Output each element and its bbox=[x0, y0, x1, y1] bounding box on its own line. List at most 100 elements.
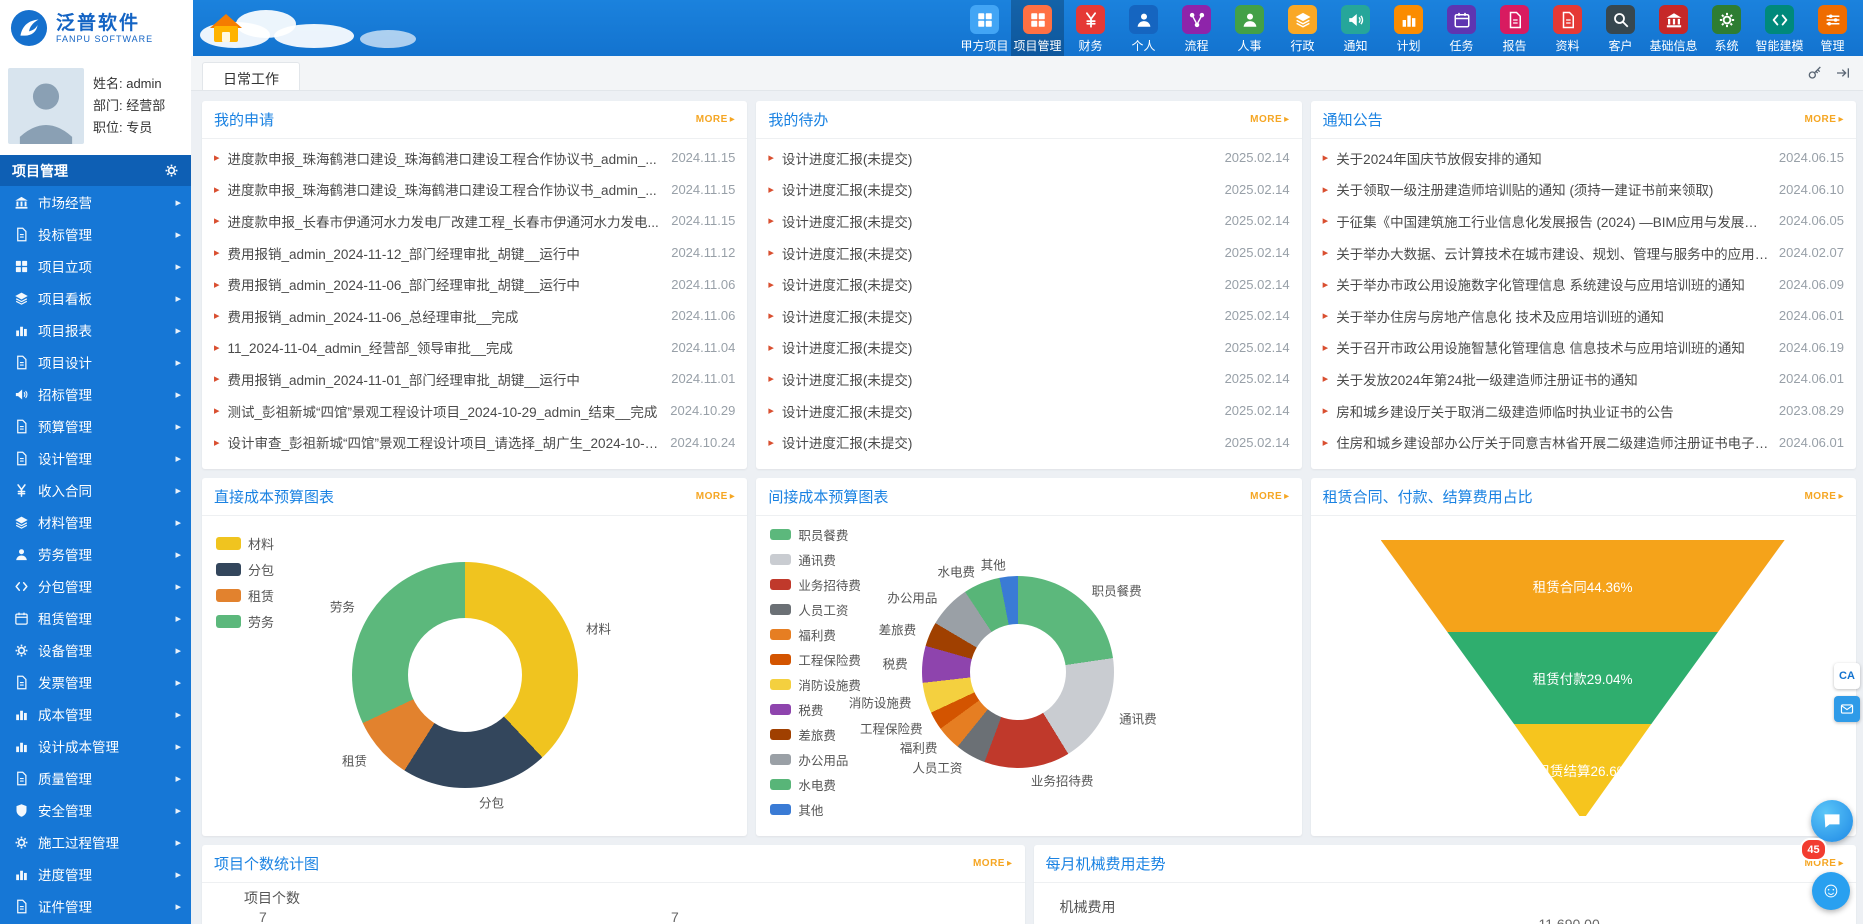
sidebar-item[interactable]: 项目设计 ▸ bbox=[0, 346, 191, 378]
key-icon[interactable] bbox=[1807, 65, 1823, 81]
todo-item[interactable]: ▸ 设计进度汇报(未提交) 2025.02.14 bbox=[768, 142, 1289, 174]
legend-item[interactable]: 差旅费 bbox=[770, 722, 861, 747]
more-link[interactable]: MORE▸ bbox=[1804, 491, 1844, 502]
sidebar-item[interactable]: 预算管理 ▸ bbox=[0, 410, 191, 442]
sidebar-item[interactable]: 项目立项 ▸ bbox=[0, 250, 191, 282]
sidebar-item[interactable]: 成本管理 ▸ bbox=[0, 698, 191, 730]
sidebar-item[interactable]: 分包管理 ▸ bbox=[0, 570, 191, 602]
topnav-item[interactable]: 项目管理 bbox=[1011, 0, 1064, 56]
legend-item[interactable]: 水电费 bbox=[770, 772, 861, 797]
legend-item[interactable]: 福利费 bbox=[770, 622, 861, 647]
topnav-item[interactable]: 客户 bbox=[1594, 0, 1647, 56]
application-item[interactable]: ▸ 费用报销_admin_2024-11-06_总经理审批__完成 2024.1… bbox=[214, 300, 735, 332]
collapse-icon[interactable] bbox=[1835, 65, 1851, 81]
notice-item[interactable]: ▸ 关于举办市政公用设施数字化管理信息 系统建设与应用培训班的通知 2024.0… bbox=[1323, 268, 1844, 300]
topnav-item[interactable]: 智能建模 bbox=[1753, 0, 1806, 56]
legend-item[interactable]: 办公用品 bbox=[770, 747, 861, 772]
assistant-button[interactable]: ☺ bbox=[1812, 872, 1850, 910]
application-item[interactable]: ▸ 费用报销_admin_2024-11-12_部门经理审批_胡键__运行中 2… bbox=[214, 237, 735, 269]
more-link[interactable]: MORE▸ bbox=[696, 491, 736, 502]
message-button[interactable] bbox=[1834, 696, 1860, 722]
notice-item[interactable]: ▸ 关于举办大数据、云计算技术在城市建设、规划、管理与服务中的应用培训班... … bbox=[1323, 237, 1844, 269]
legend-item[interactable]: 分包 bbox=[216, 556, 274, 582]
sidebar-item[interactable]: 投标管理 ▸ bbox=[0, 218, 191, 250]
sidebar-item[interactable]: 设计成本管理 ▸ bbox=[0, 730, 191, 762]
legend-item[interactable]: 其他 bbox=[770, 797, 861, 822]
todo-item[interactable]: ▸ 设计进度汇报(未提交) 2025.02.14 bbox=[768, 174, 1289, 206]
topnav-item[interactable]: 甲方项目 bbox=[958, 0, 1011, 56]
more-link[interactable]: MORE▸ bbox=[1804, 114, 1844, 125]
application-item[interactable]: ▸ 测试_彭祖新城“四馆”景观工程设计项目_2024-10-29_admin_结… bbox=[214, 395, 735, 427]
notice-item[interactable]: ▸ 关于2024年国庆节放假安排的通知 2024.06.15 bbox=[1323, 142, 1844, 174]
application-item[interactable]: ▸ 设计审查_彭祖新城“四馆”景观工程设计项目_请选择_胡广生_2024-10-… bbox=[214, 426, 735, 458]
legend-item[interactable]: 工程保险费 bbox=[770, 647, 861, 672]
legend-item[interactable]: 租赁 bbox=[216, 582, 274, 608]
more-link[interactable]: MORE▸ bbox=[973, 858, 1013, 869]
todo-item[interactable]: ▸ 设计进度汇报(未提交) 2025.02.14 bbox=[768, 426, 1289, 458]
sidebar-item[interactable]: 施工过程管理 ▸ bbox=[0, 826, 191, 858]
application-item[interactable]: ▸ 11_2024-11-04_admin_经营部_领导审批__完成 2024.… bbox=[214, 332, 735, 364]
topnav-item[interactable]: 流程 bbox=[1170, 0, 1223, 56]
legend-item[interactable]: 业务招待费 bbox=[770, 572, 861, 597]
application-item[interactable]: ▸ 进度款申报_长春市伊通河水力发电厂改建工程_长春市伊通河水力发电... 20… bbox=[214, 205, 735, 237]
topnav-item[interactable]: 人事 bbox=[1223, 0, 1276, 56]
portal-home-icon[interactable] bbox=[206, 8, 246, 48]
sidebar-item[interactable]: 招标管理 ▸ bbox=[0, 378, 191, 410]
notice-item[interactable]: ▸ 关于举办住房与房地产信息化 技术及应用培训班的通知 2024.06.01 bbox=[1323, 300, 1844, 332]
notice-item[interactable]: ▸ 住房和城乡建设部办公厅关于同意吉林省开展二级建造师注册证书电子化试点... … bbox=[1323, 426, 1844, 458]
customer-service-chat-button[interactable] bbox=[1811, 800, 1853, 842]
sidebar-item[interactable]: 市场经营 ▸ bbox=[0, 186, 191, 218]
ca-cert-button[interactable]: CA bbox=[1834, 663, 1860, 689]
notice-item[interactable]: ▸ 关于发放2024年第24批一级建造师注册证书的通知 2024.06.01 bbox=[1323, 363, 1844, 395]
sidebar-item[interactable]: 证件管理 ▸ bbox=[0, 890, 191, 922]
notice-item[interactable]: ▸ 房和城乡建设厅关于取消二级建造师临时执业证书的公告 2023.08.29 bbox=[1323, 395, 1844, 427]
application-item[interactable]: ▸ 费用报销_admin_2024-11-06_部门经理审批_胡键__运行中 2… bbox=[214, 268, 735, 300]
legend-item[interactable]: 税费 bbox=[770, 697, 861, 722]
sidebar-item[interactable]: 劳务管理 ▸ bbox=[0, 538, 191, 570]
application-item[interactable]: ▸ 进度款申报_珠海鹤港口建设_珠海鹤港口建设工程合作协议书_admin_...… bbox=[214, 174, 735, 206]
legend-item[interactable]: 劳务 bbox=[216, 608, 274, 634]
gear-icon[interactable] bbox=[164, 163, 179, 178]
sidebar-item[interactable]: 收入合同 ▸ bbox=[0, 474, 191, 506]
topnav-item[interactable]: 个人 bbox=[1117, 0, 1170, 56]
todo-item[interactable]: ▸ 设计进度汇报(未提交) 2025.02.14 bbox=[768, 395, 1289, 427]
more-link[interactable]: MORE▸ bbox=[1250, 491, 1290, 502]
todo-item[interactable]: ▸ 设计进度汇报(未提交) 2025.02.14 bbox=[768, 332, 1289, 364]
more-link[interactable]: MORE▸ bbox=[1250, 114, 1290, 125]
tab-daily-work[interactable]: 日常工作 bbox=[202, 62, 300, 90]
sidebar-item[interactable]: 质量管理 ▸ bbox=[0, 762, 191, 794]
topnav-item[interactable]: 基础信息 bbox=[1647, 0, 1700, 56]
topnav-item[interactable]: 报告 bbox=[1488, 0, 1541, 56]
sidebar-item[interactable]: 项目看板 ▸ bbox=[0, 282, 191, 314]
sidebar-item[interactable]: 设计管理 ▸ bbox=[0, 442, 191, 474]
todo-item[interactable]: ▸ 设计进度汇报(未提交) 2025.02.14 bbox=[768, 363, 1289, 395]
sidebar-item[interactable]: 发票管理 ▸ bbox=[0, 666, 191, 698]
topnav-item[interactable]: 管理 bbox=[1806, 0, 1859, 56]
legend-item[interactable]: 材料 bbox=[216, 530, 274, 556]
sidebar-item[interactable]: 项目报表 ▸ bbox=[0, 314, 191, 346]
topnav-item[interactable]: 系统 bbox=[1700, 0, 1753, 56]
legend-item[interactable]: 通讯费 bbox=[770, 547, 861, 572]
topnav-item[interactable]: 财务 bbox=[1064, 0, 1117, 56]
sidebar-item[interactable]: 材料管理 ▸ bbox=[0, 506, 191, 538]
todo-item[interactable]: ▸ 设计进度汇报(未提交) 2025.02.14 bbox=[768, 268, 1289, 300]
sidebar-item[interactable]: 租赁管理 ▸ bbox=[0, 602, 191, 634]
todo-item[interactable]: ▸ 设计进度汇报(未提交) 2025.02.14 bbox=[768, 300, 1289, 332]
todo-item[interactable]: ▸ 设计进度汇报(未提交) 2025.02.14 bbox=[768, 205, 1289, 237]
notice-item[interactable]: ▸ 于征集《中国建筑施工行业信息化发展报告 (2024) —BIM应用与发展》材… bbox=[1323, 205, 1844, 237]
topnav-item[interactable]: 通知 bbox=[1329, 0, 1382, 56]
topnav-item[interactable]: 资料 bbox=[1541, 0, 1594, 56]
legend-item[interactable]: 消防设施费 bbox=[770, 672, 861, 697]
topnav-item[interactable]: 计划 bbox=[1382, 0, 1435, 56]
topnav-item[interactable]: 行政 bbox=[1276, 0, 1329, 56]
sidebar-item[interactable]: 安全管理 ▸ bbox=[0, 794, 191, 826]
application-item[interactable]: ▸ 进度款申报_珠海鹤港口建设_珠海鹤港口建设工程合作协议书_admin_...… bbox=[214, 142, 735, 174]
application-item[interactable]: ▸ 费用报销_admin_2024-11-01_部门经理审批_胡键__运行中 2… bbox=[214, 363, 735, 395]
topnav-item[interactable]: 任务 bbox=[1435, 0, 1488, 56]
sidebar-item[interactable]: 设备管理 ▸ bbox=[0, 634, 191, 666]
more-link[interactable]: MORE▸ bbox=[696, 114, 736, 125]
notice-item[interactable]: ▸ 关于召开市政公用设施智慧化管理信息 信息技术与应用培训班的通知 2024.0… bbox=[1323, 332, 1844, 364]
legend-item[interactable]: 人员工资 bbox=[770, 597, 861, 622]
todo-item[interactable]: ▸ 设计进度汇报(未提交) 2025.02.14 bbox=[768, 237, 1289, 269]
sidebar-item[interactable]: 进度管理 ▸ bbox=[0, 858, 191, 890]
